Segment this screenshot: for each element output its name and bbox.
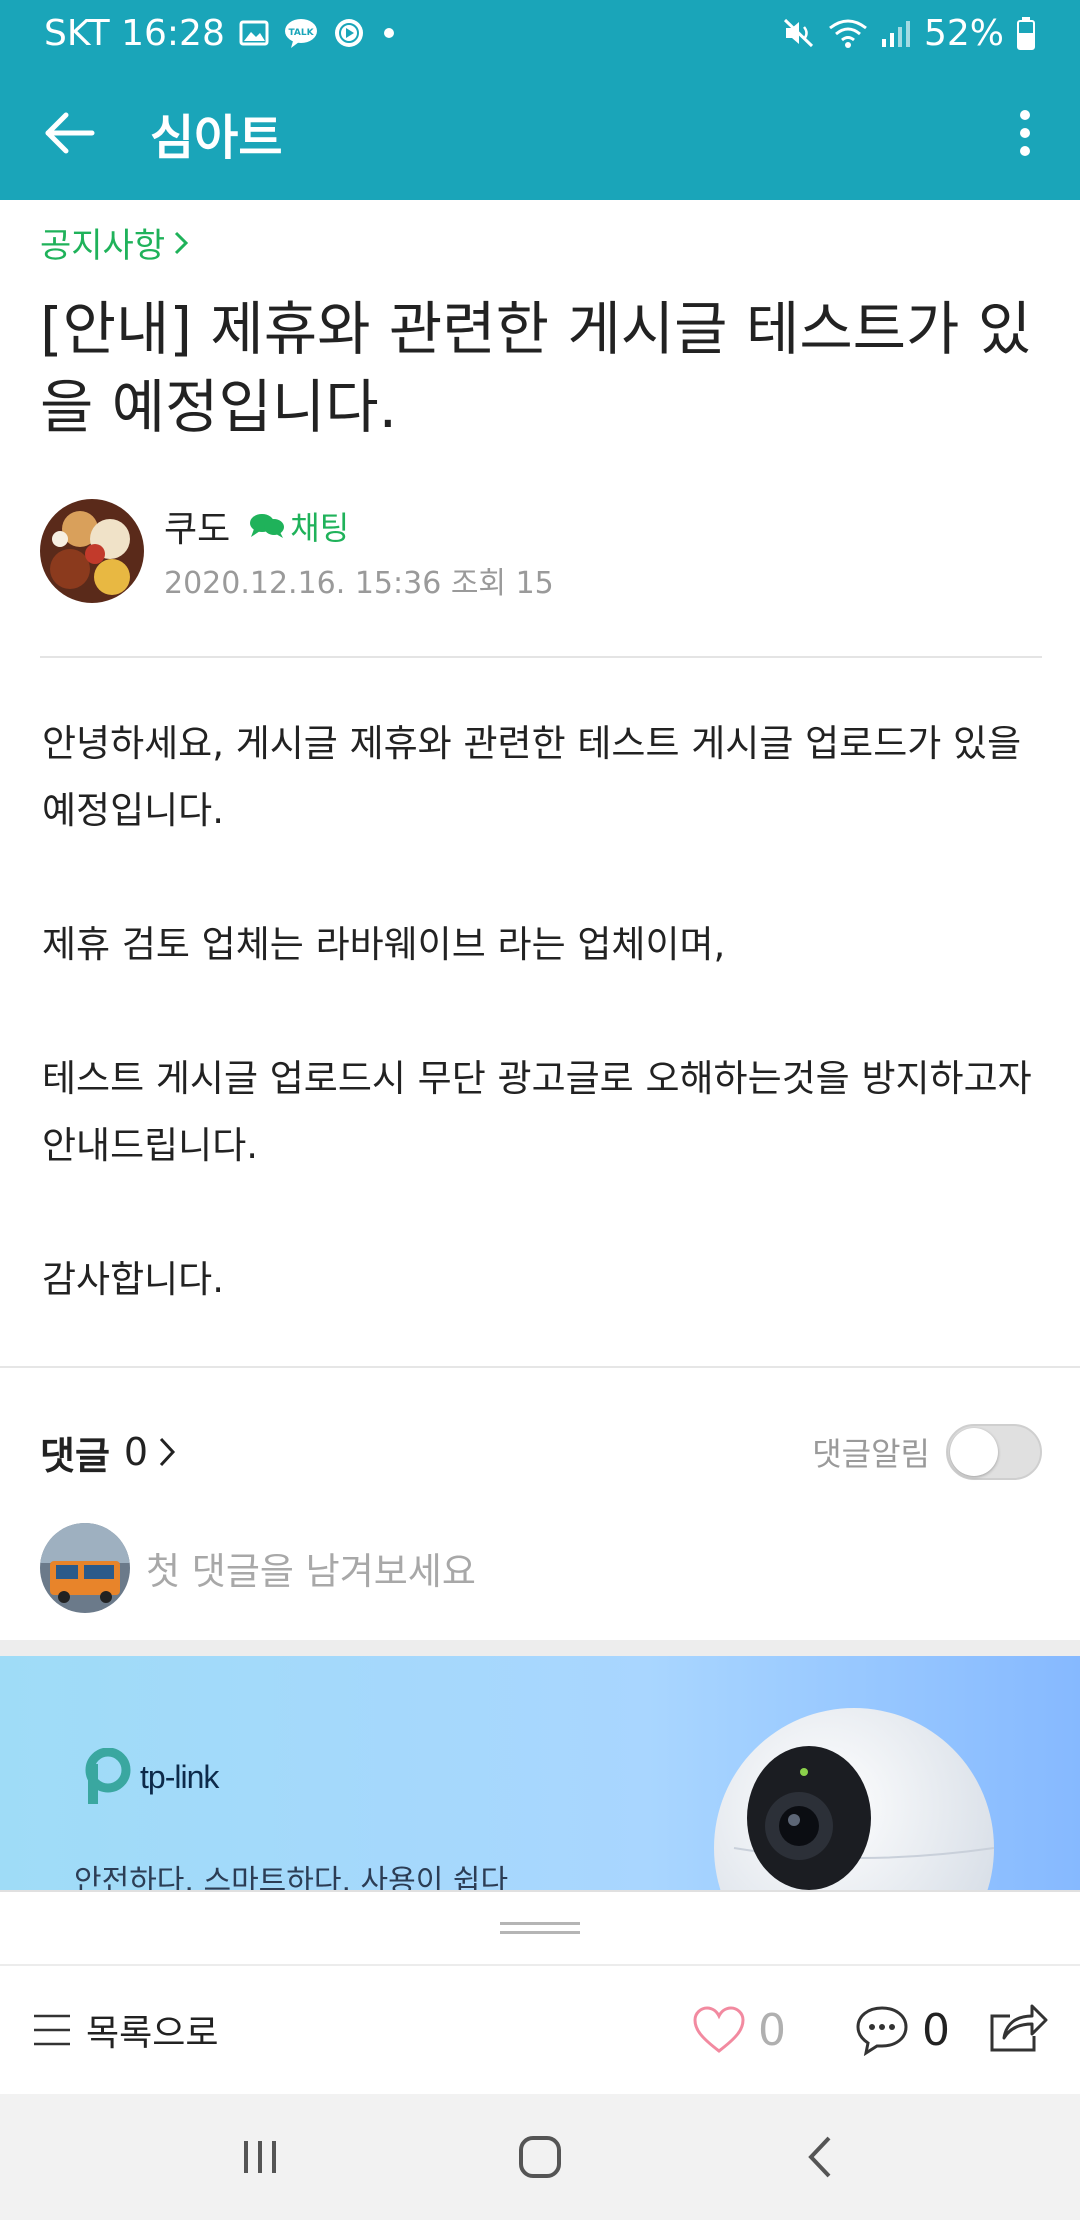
signal-icon [880, 17, 912, 49]
battery-icon [1016, 16, 1036, 50]
system-back-button[interactable] [760, 2107, 880, 2207]
tp-link-logo-icon [85, 1748, 131, 1804]
mute-icon [782, 17, 816, 49]
comments-label[interactable]: 댓글 [40, 1425, 110, 1480]
drawer-handle-area[interactable] [0, 1890, 1080, 1964]
arrow-left-icon [45, 112, 95, 154]
body-paragraph: 안녕하세요, 게시글 제휴와 관련한 테스트 게시글 업로드가 있을 예정입니다… [42, 722, 1022, 832]
comment-placeholder[interactable]: 첫 댓글을 남겨보세요 [146, 1541, 476, 1595]
menu-list-icon [34, 2014, 70, 2046]
app-bar: 심아트 [0, 66, 1080, 200]
body-paragraph: 테스트 게시글 업로드시 무단 광고글로 오해하는것을 방지하고자 안내드립니다… [42, 1057, 1032, 1167]
ad-logo: tp-link [74, 1748, 219, 1806]
carrier-time: SKT 16:28 [44, 12, 225, 54]
like-button[interactable]: 0 [692, 2005, 786, 2056]
comment-notify-label: 댓글알림 [812, 1435, 930, 1473]
system-nav-bar [0, 2094, 1080, 2220]
chat-bubble-icon [250, 514, 285, 538]
author-block: 쿠도 채팅 2020.12.16. 15:36 조회 15 [40, 498, 554, 604]
chat-button[interactable]: 채팅 [248, 503, 349, 549]
body-paragraph: 감사합니다. [42, 1258, 224, 1301]
recent-apps-button[interactable] [200, 2107, 320, 2207]
back-button[interactable] [0, 66, 140, 200]
back-chevron-icon [808, 2136, 831, 2178]
speech-bubble-icon [856, 2006, 908, 2056]
heart-icon [693, 2006, 745, 2053]
app-title: 심아트 [150, 110, 283, 166]
drawer-handle[interactable] [500, 1922, 580, 1934]
dot-icon [379, 23, 399, 43]
author-name[interactable]: 쿠도 [164, 500, 230, 552]
user-avatar [40, 1523, 130, 1613]
chevron-right-icon[interactable] [158, 1436, 176, 1468]
divider [40, 656, 1042, 658]
comment-notify-toggle[interactable] [946, 1424, 1042, 1480]
ad-banner[interactable]: tp-link 안전하다. 스마트하다. 사용이 쉽다 [0, 1656, 1080, 1890]
talk-icon: TALK [283, 17, 319, 49]
divider [0, 1366, 1080, 1368]
chat-label: 채팅 [290, 509, 350, 547]
post-meta: 2020.12.16. 15:36 조회 15 [164, 566, 554, 601]
svg-text:TALK: TALK [288, 28, 314, 38]
comments-header: 댓글 0 댓글알림 [40, 1418, 1042, 1486]
board-name: 공지사항 [40, 226, 166, 266]
recent-apps-icon [244, 2141, 276, 2173]
gallery-icon [239, 18, 269, 48]
more-options-button[interactable] [970, 66, 1080, 200]
ad-brand: tp-link [140, 1758, 219, 1795]
share-button[interactable] [988, 2002, 1048, 2058]
bottom-toolbar: 목록으로 0 0 [0, 1964, 1080, 2094]
post-body: 안녕하세요, 게시글 제휴와 관련한 테스트 게시글 업로드가 있을 예정입니다… [42, 710, 1042, 1313]
comments-count[interactable]: 0 [124, 1430, 148, 1474]
wifi-icon [828, 17, 868, 49]
play-icon [333, 17, 365, 49]
status-bar: SKT 16:28 TALK 52% [0, 0, 1080, 66]
post-title: [안내] 제휴와 관련한 게시글 테스트가 있을 예정입니다. [40, 295, 1032, 441]
toggle-knob [950, 1428, 998, 1476]
more-vertical-icon [1020, 110, 1030, 156]
body-paragraph: 제휴 검토 업체는 라바웨이브 라는 업체이며, [42, 923, 726, 966]
home-button[interactable] [480, 2107, 600, 2207]
comment-input-row[interactable]: 첫 댓글을 남겨보세요 [40, 1522, 1042, 1614]
camera-image [714, 1698, 1004, 1890]
chevron-right-icon [175, 231, 189, 254]
section-gap [0, 1640, 1080, 1656]
share-icon [990, 2004, 1048, 2052]
comment-notify: 댓글알림 [812, 1424, 1042, 1480]
comment-count: 0 [922, 2004, 950, 2056]
author-avatar[interactable] [40, 499, 144, 603]
back-to-list-button[interactable]: 목록으로 [32, 2004, 218, 2056]
comment-button[interactable]: 0 [854, 2004, 950, 2056]
like-count: 0 [758, 2004, 786, 2056]
battery-percent: 52% [923, 12, 1004, 54]
board-link[interactable]: 공지사항 [40, 218, 189, 267]
back-to-list-label: 목록으로 [86, 2013, 219, 2054]
ad-tagline: 안전하다. 스마트하다. 사용이 쉽다 [74, 1864, 509, 1890]
home-icon [519, 2136, 561, 2178]
